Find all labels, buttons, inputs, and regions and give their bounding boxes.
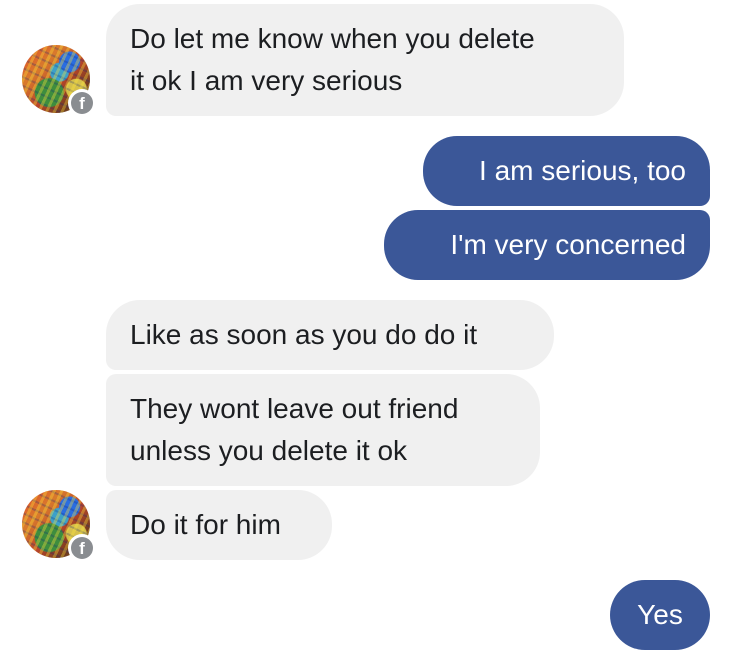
- message-bubble-outgoing[interactable]: I am serious, too: [423, 136, 710, 206]
- message-bubble-incoming[interactable]: Like as soon as you do do it: [106, 300, 554, 370]
- message-text: unless you delete it ok: [130, 435, 408, 466]
- message-text: Do it for him: [130, 509, 281, 540]
- facebook-icon: f: [71, 92, 93, 114]
- message-text: I am serious, too: [479, 155, 686, 186]
- message-text: They wont leave out friend: [130, 393, 459, 424]
- facebook-icon: f: [71, 537, 93, 559]
- message-bubble-incoming[interactable]: Do it for him: [106, 490, 332, 560]
- facebook-badge: f: [68, 534, 96, 562]
- message-bubble-outgoing[interactable]: Yes: [610, 580, 710, 650]
- message-bubble-outgoing[interactable]: I'm very concerned: [384, 210, 710, 280]
- sender-avatar[interactable]: f: [22, 490, 96, 562]
- message-text: I'm very concerned: [450, 229, 686, 260]
- message-text: Yes: [637, 599, 683, 630]
- message-bubble-incoming[interactable]: Do let me know when you delete it ok I a…: [106, 4, 624, 116]
- message-text: it ok I am very serious: [130, 65, 403, 96]
- sender-avatar[interactable]: f: [22, 45, 96, 117]
- message-text: Do let me know when you delete: [130, 23, 535, 54]
- message-text: Like as soon as you do do it: [130, 319, 478, 350]
- message-bubble-incoming[interactable]: They wont leave out friend unless you de…: [106, 374, 540, 486]
- facebook-badge: f: [68, 89, 96, 117]
